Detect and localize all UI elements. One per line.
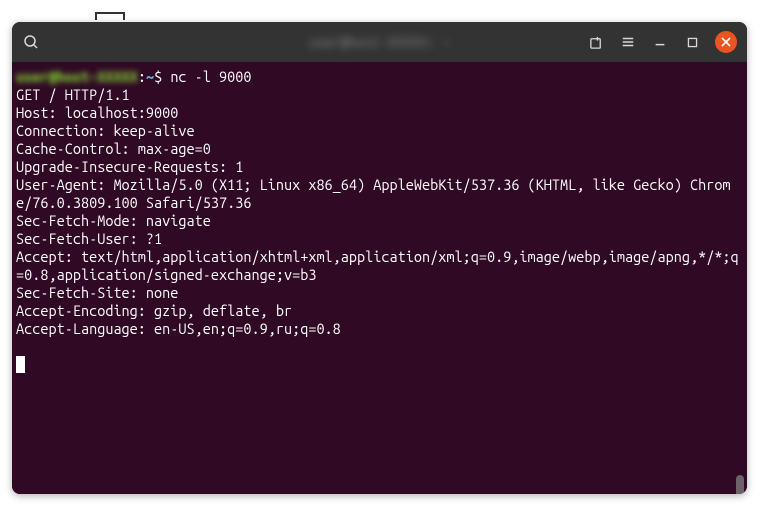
window-title: user@host-XXXXX: ~ [309, 34, 450, 50]
terminal-window: user@host-XXXXX: ~ [12, 22, 747, 494]
output-line: Accept-Encoding: gzip, deflate, br [16, 302, 292, 319]
menu-icon[interactable] [619, 33, 637, 51]
output-line: Connection: keep-alive [16, 122, 195, 139]
output-line: Accept: text/html,application/xhtml+xml,… [16, 248, 739, 283]
output-line: Sec-Fetch-User: ?1 [16, 230, 162, 247]
output-line: Sec-Fetch-Site: none [16, 284, 178, 301]
prompt-user-host: user@host-XXXXX [16, 68, 138, 85]
search-icon[interactable] [22, 33, 40, 51]
close-button[interactable] [715, 31, 737, 53]
output-line: User-Agent: Mozilla/5.0 (X11; Linux x86_… [16, 176, 731, 211]
background-decoration [95, 12, 125, 20]
prompt-separator: : [138, 68, 146, 85]
prompt-path: ~ [146, 68, 154, 85]
cursor [16, 356, 25, 373]
command-text: nc -l 9000 [170, 68, 251, 85]
prompt-symbol: $ [154, 68, 170, 85]
output-line: Cache-Control: max-age=0 [16, 140, 211, 157]
new-tab-icon[interactable] [587, 33, 605, 51]
scrollbar[interactable] [736, 475, 744, 494]
maximize-button[interactable] [683, 33, 701, 51]
terminal-body[interactable]: user@host-XXXXX:~$ nc -l 9000 GET / HTTP… [12, 62, 747, 494]
output-line: Accept-Language: en-US,en;q=0.9,ru;q=0.8 [16, 320, 341, 337]
minimize-button[interactable] [651, 33, 669, 51]
output-line: GET / HTTP/1.1 [16, 86, 130, 103]
output-line: Upgrade-Insecure-Requests: 1 [16, 158, 243, 175]
output-line: Sec-Fetch-Mode: navigate [16, 212, 211, 229]
output-line: Host: localhost:9000 [16, 104, 178, 121]
title-bar: user@host-XXXXX: ~ [12, 22, 747, 62]
